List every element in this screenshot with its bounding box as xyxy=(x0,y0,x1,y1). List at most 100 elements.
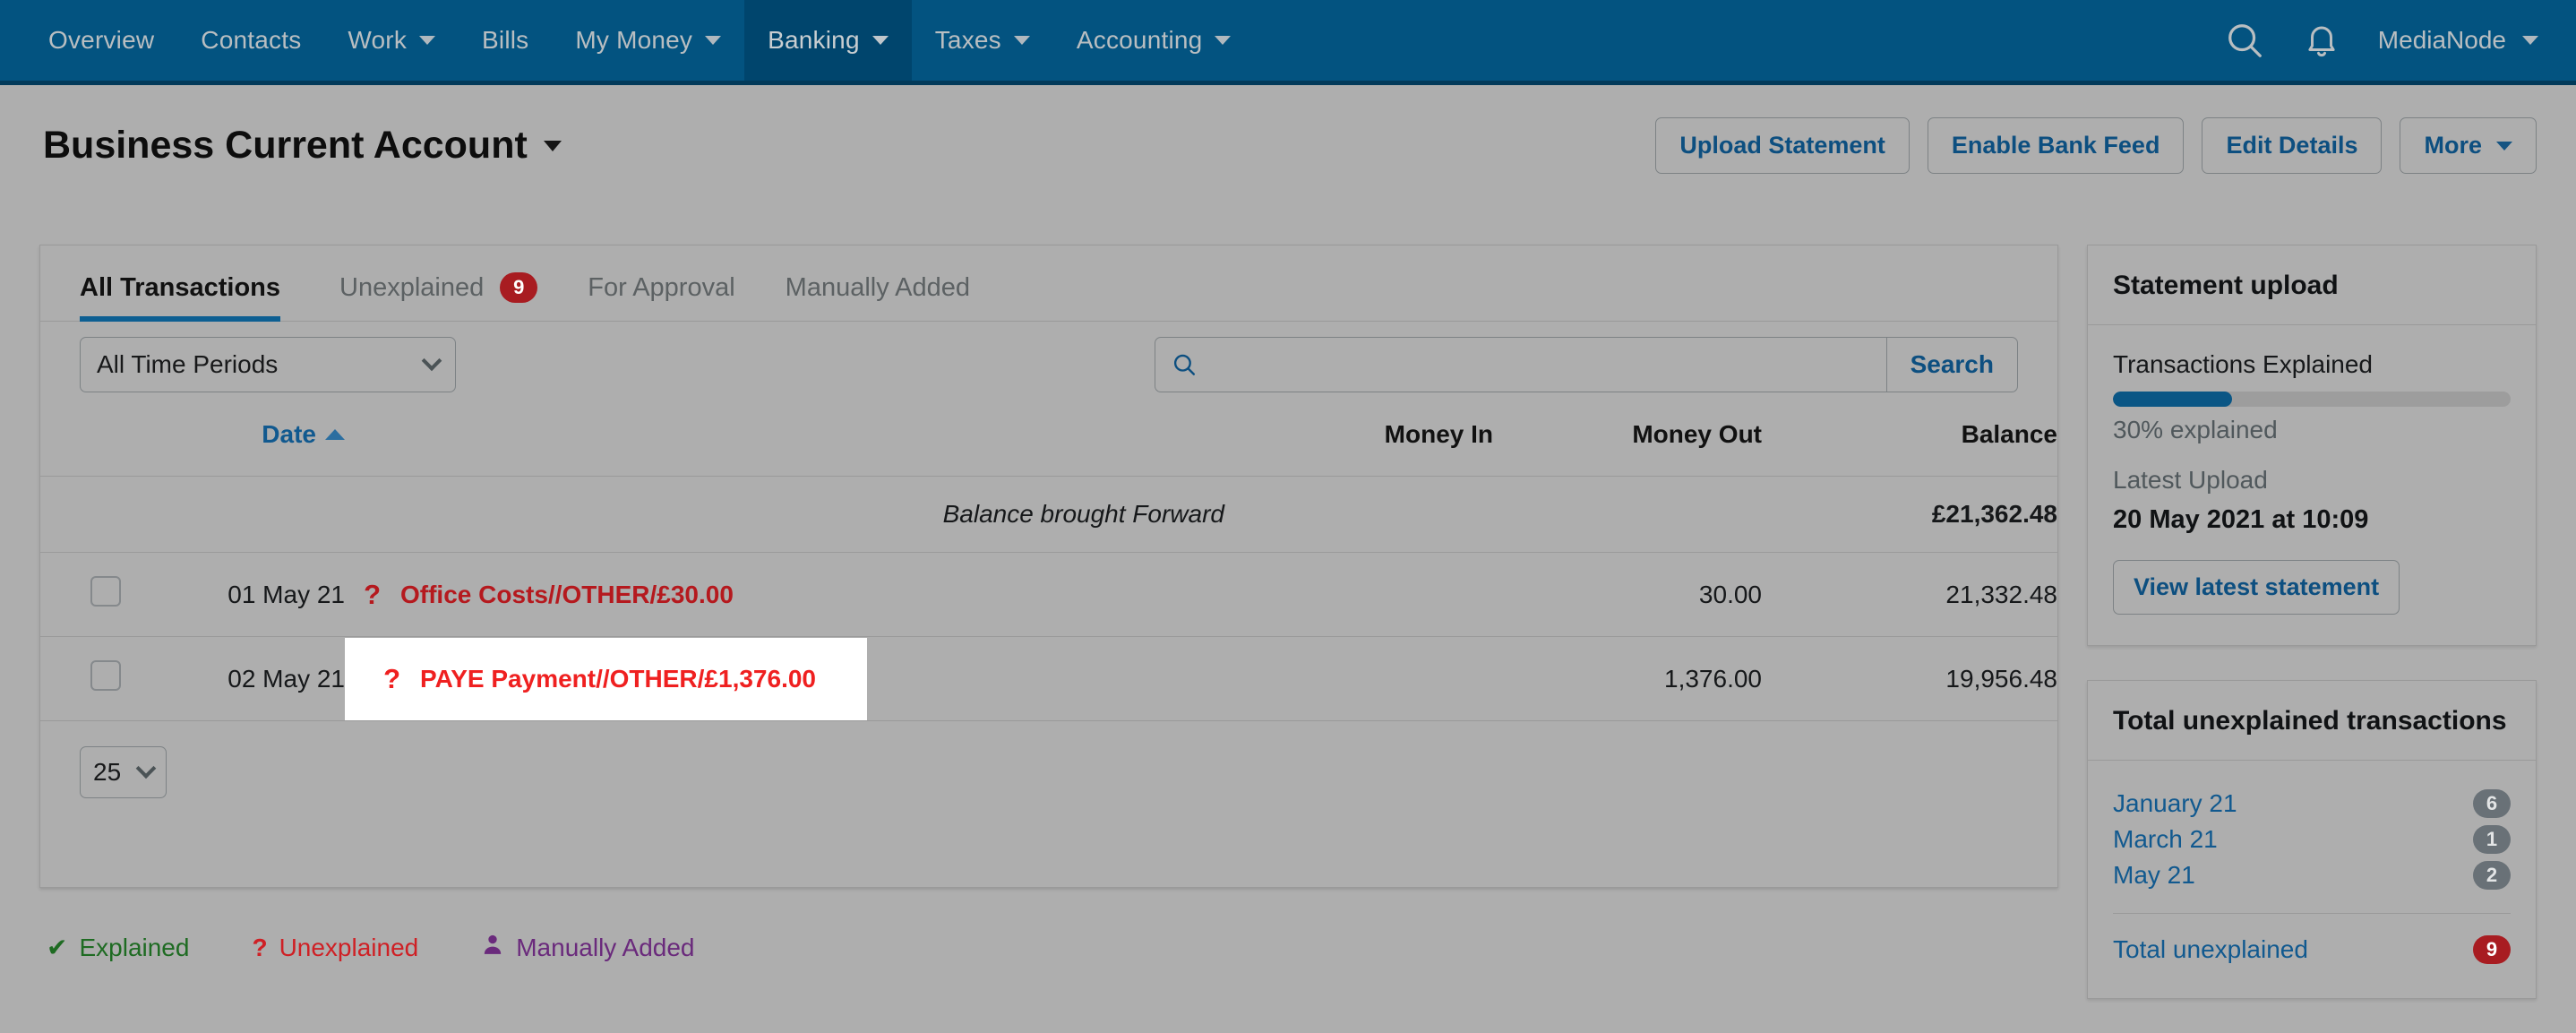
more-button[interactable]: More xyxy=(2400,117,2537,174)
table-row[interactable]: 02 May 21 ? PAYE Payment//OTHER/£1,376.0… xyxy=(40,636,2057,721)
search-bar: Search xyxy=(1155,337,2018,392)
tab-unexplained[interactable]: Unexplained 9 xyxy=(314,272,562,321)
legend-item-explained: ✔ Explained xyxy=(47,933,189,962)
search-icon[interactable] xyxy=(2224,20,2265,61)
row-checkbox[interactable] xyxy=(90,576,121,607)
total-unexplained-link[interactable]: Total unexplained xyxy=(2113,935,2308,964)
nav-item-label: My Money xyxy=(575,26,693,54)
user-menu[interactable]: MediaNode xyxy=(2378,26,2538,55)
tab-label: Unexplained xyxy=(339,272,485,302)
top-navigation-bar: Overview Contacts Work Bills My Money Ba… xyxy=(0,0,2576,85)
sort-ascending-icon xyxy=(325,429,345,440)
time-period-value: All Time Periods xyxy=(97,350,279,378)
question-mark-icon: ? xyxy=(252,933,268,961)
nav-item-work[interactable]: Work xyxy=(324,0,459,81)
chevron-down-icon xyxy=(2496,141,2512,151)
user-menu-label: MediaNode xyxy=(2377,26,2506,54)
row-checkbox-cell xyxy=(40,552,121,637)
page-title[interactable]: Business Current Account xyxy=(43,124,562,168)
nav-item-label: Bills xyxy=(482,26,529,54)
tab-manually-added[interactable]: Manually Added xyxy=(760,273,995,321)
nav-item-label: Overview xyxy=(48,26,155,54)
row-checkbox[interactable] xyxy=(90,660,121,691)
nav-item-overview[interactable]: Overview xyxy=(25,0,177,81)
more-label: More xyxy=(2424,132,2482,159)
column-header-money-in: Money In xyxy=(1224,408,1493,477)
column-header-balance: Balance xyxy=(1762,408,2057,477)
tab-label: For Approval xyxy=(588,273,735,302)
nav-item-label: Contacts xyxy=(201,26,302,54)
transactions-table: Date Money In Money Out Balance Balance … xyxy=(40,408,2057,721)
unexplained-month-row[interactable]: March 21 1 xyxy=(2113,822,2511,857)
total-unexplained-title: Total unexplained transactions xyxy=(2088,681,2536,761)
edit-details-button[interactable]: Edit Details xyxy=(2202,117,2383,174)
row-money-in xyxy=(1224,636,1493,721)
chevron-down-icon xyxy=(419,36,436,45)
total-unexplained-card: Total unexplained transactions January 2… xyxy=(2087,680,2537,999)
row-description-link[interactable]: PAYE Payment//OTHER/£1,376.00 xyxy=(420,665,816,693)
transactions-tabs: All Transactions Unexplained 9 For Appro… xyxy=(40,245,2057,322)
month-link[interactable]: March 21 xyxy=(2113,825,2218,854)
bff-checkbox-cell xyxy=(40,476,121,553)
header-actions: Upload Statement Enable Bank Feed Edit D… xyxy=(1655,117,2537,174)
tab-for-approval[interactable]: For Approval xyxy=(562,273,760,321)
chevron-down-icon xyxy=(872,36,889,45)
date-sort-control[interactable]: Date xyxy=(262,420,345,449)
row-balance: 19,956.48 xyxy=(1762,636,2057,721)
column-header-checkbox xyxy=(40,408,121,477)
search-input[interactable] xyxy=(1209,350,1870,379)
latest-upload-label: Latest Upload xyxy=(2113,466,2268,494)
latest-upload-value: 20 May 2021 at 10:09 xyxy=(2113,505,2369,534)
chevron-down-icon xyxy=(543,140,562,151)
page-header: Business Current Account Upload Statemen… xyxy=(0,90,2576,202)
nav-item-contacts[interactable]: Contacts xyxy=(177,0,324,81)
nav-items: Overview Contacts Work Bills My Money Ba… xyxy=(25,0,1254,81)
description-wrapper-highlighted: ? PAYE Payment//OTHER/£1,376.00 xyxy=(345,637,867,720)
person-icon xyxy=(481,932,504,963)
time-period-select[interactable]: All Time Periods xyxy=(80,337,456,392)
legend-item-unexplained: ? Unexplained xyxy=(252,934,418,962)
row-balance: 21,332.48 xyxy=(1762,552,2057,637)
search-button[interactable]: Search xyxy=(1885,338,2017,392)
tab-all-transactions[interactable]: All Transactions xyxy=(80,273,305,322)
page-size-row: 25 xyxy=(40,721,2057,829)
unexplained-month-row[interactable]: May 21 2 xyxy=(2113,857,2511,893)
chevron-down-icon xyxy=(1215,36,1232,45)
nav-item-banking[interactable]: Banking xyxy=(744,0,912,81)
table-header-row: Date Money In Money Out Balance xyxy=(40,408,2057,477)
nav-item-my-money[interactable]: My Money xyxy=(552,0,744,81)
page-size-select[interactable]: 25 xyxy=(80,746,167,798)
card-divider xyxy=(2113,913,2511,914)
upload-statement-button[interactable]: Upload Statement xyxy=(1655,117,1910,174)
enable-bank-feed-button[interactable]: Enable Bank Feed xyxy=(1927,117,2185,174)
row-description-link[interactable]: Office Costs//OTHER/£30.00 xyxy=(400,581,734,609)
legend-label: Unexplained xyxy=(279,933,419,961)
nav-item-label: Accounting xyxy=(1076,26,1203,54)
view-latest-statement-button[interactable]: View latest statement xyxy=(2113,560,2400,615)
search-icon xyxy=(1173,354,1196,375)
column-header-description xyxy=(345,408,1224,477)
nav-right-cluster: MediaNode xyxy=(2224,0,2576,81)
row-money-out: 1,376.00 xyxy=(1493,636,1762,721)
filter-row: All Time Periods Search xyxy=(40,322,2057,408)
legend-label: Manually Added xyxy=(516,933,695,961)
row-money-out: 30.00 xyxy=(1493,552,1762,637)
column-header-money-out: Money Out xyxy=(1493,408,1762,477)
balance-brought-forward-amount: £21,362.48 xyxy=(1762,476,2057,553)
unexplained-month-row[interactable]: January 21 6 xyxy=(2113,786,2511,822)
bff-money-in-cell xyxy=(1224,476,1493,553)
legend-label: Explained xyxy=(79,933,190,961)
total-unexplained-row[interactable]: Total unexplained 9 xyxy=(2113,932,2511,968)
row-description-cell: ? Office Costs//OTHER/£30.00 xyxy=(345,552,1224,637)
bell-icon[interactable] xyxy=(2303,21,2340,60)
column-header-date[interactable]: Date xyxy=(121,408,345,477)
nav-item-accounting[interactable]: Accounting xyxy=(1053,0,1255,81)
month-link[interactable]: January 21 xyxy=(2113,789,2237,818)
page-title-text: Business Current Account xyxy=(43,124,528,167)
table-row[interactable]: 01 May 21 ? Office Costs//OTHER/£30.00 3… xyxy=(40,552,2057,637)
chevron-down-icon xyxy=(2522,36,2538,45)
nav-item-taxes[interactable]: Taxes xyxy=(912,0,1053,81)
nav-item-bills[interactable]: Bills xyxy=(459,0,552,81)
total-unexplained-badge: 9 xyxy=(2473,935,2511,964)
month-link[interactable]: May 21 xyxy=(2113,861,2195,890)
